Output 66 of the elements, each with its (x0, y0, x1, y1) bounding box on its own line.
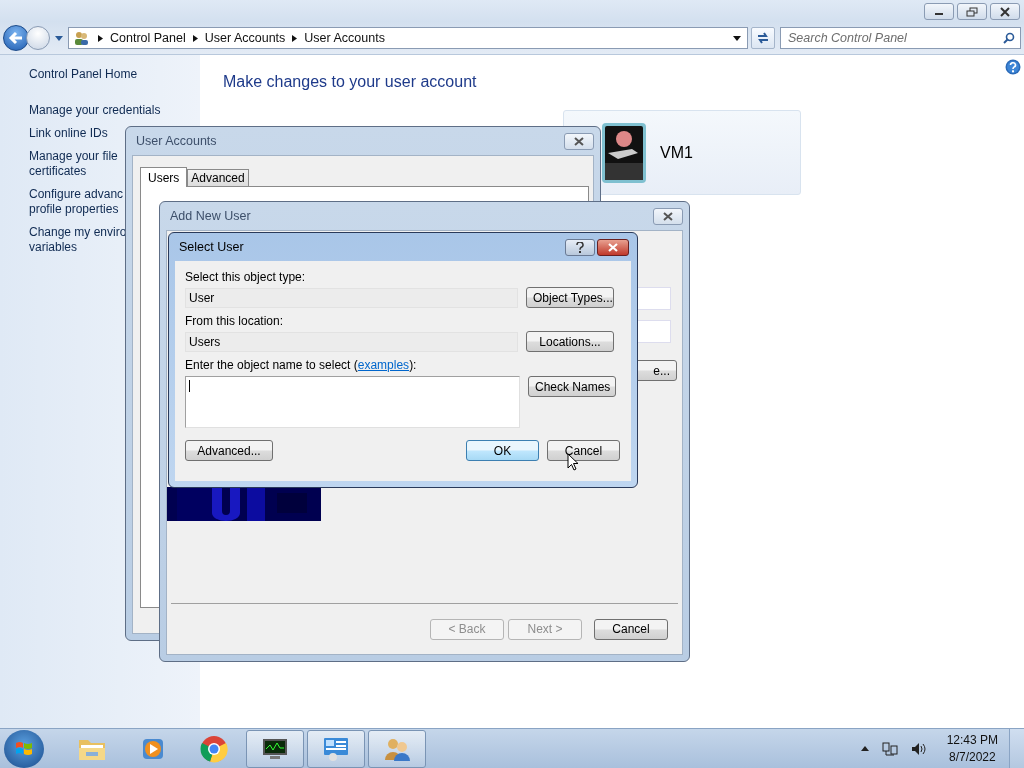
minimize-button[interactable] (924, 3, 954, 20)
examples-link[interactable]: examples (357, 358, 410, 372)
chevron-icon (98, 34, 103, 42)
close-icon (607, 242, 619, 252)
dropdown-arrow-icon[interactable] (733, 35, 741, 41)
clock[interactable]: 12:43 PM 8/7/2022 (946, 731, 998, 766)
sidebar-link[interactable]: Manage your credentials (29, 103, 161, 118)
sidebar-link[interactable]: Manage your file certificates (29, 149, 118, 179)
sidebar-link[interactable]: Control Panel Home (29, 67, 138, 82)
breadcrumb-item[interactable]: User Accounts (204, 31, 286, 45)
dialog-title: Select User (178, 240, 245, 254)
tab[interactable]: Users (140, 167, 188, 187)
search-icon (1003, 32, 1015, 44)
advanced-button[interactable]: Advanced... (185, 440, 273, 461)
close-icon (999, 6, 1011, 17)
object-name-field[interactable] (185, 376, 520, 428)
breadcrumb-item[interactable]: Control Panel (110, 31, 186, 45)
taskbar-button[interactable] (246, 729, 304, 768)
dialog-title: Add New User (169, 209, 252, 223)
input-field[interactable] (637, 287, 671, 310)
start-button[interactable] (4, 729, 44, 768)
field-label: Select this object type: (185, 270, 307, 285)
read-only-field: User (185, 287, 518, 308)
refresh-icon (756, 32, 770, 44)
question-mark-icon (576, 241, 584, 253)
sidebar-link[interactable]: Configure advanc profile properties (29, 187, 124, 217)
back-arrow-icon (8, 31, 24, 45)
browser-icon (200, 734, 228, 763)
wizard-button[interactable]: Cancel (594, 618, 668, 640)
tab[interactable]: Advanced (187, 169, 249, 186)
restore-icon (966, 6, 978, 17)
cancel-button[interactable]: Cancel (547, 440, 620, 461)
check-names-button[interactable]: Check Names (528, 376, 616, 397)
users-icon (73, 30, 89, 46)
refresh-button[interactable] (751, 27, 775, 49)
breadcrumb-item[interactable]: User Accounts (304, 31, 385, 45)
dialog-title: User Accounts (135, 134, 218, 148)
restore-button[interactable] (957, 3, 987, 20)
close-icon (573, 136, 585, 146)
help-icon[interactable] (1005, 59, 1021, 75)
dialog-button[interactable]: Locations... (526, 331, 614, 352)
close-button[interactable] (597, 238, 629, 256)
chevron-icon (192, 34, 198, 42)
mouse-cursor-icon (567, 453, 579, 471)
show-hidden-icons-icon[interactable] (860, 746, 869, 751)
help-button[interactable] (565, 238, 595, 256)
dialog-button[interactable]: Object Types... (526, 287, 614, 308)
field-label: Enter the object name to select (examples): (185, 358, 418, 373)
close-icon (662, 211, 674, 221)
page-heading: Make changes to your user account (223, 73, 478, 91)
back-button[interactable] (3, 25, 29, 51)
field-label: From this location: (185, 314, 285, 329)
control-panel-icon (321, 735, 351, 762)
chevron-icon (292, 34, 298, 42)
close-button[interactable] (990, 3, 1020, 20)
forward-button[interactable] (26, 26, 50, 50)
sidebar-link[interactable]: Link online IDs (29, 126, 108, 141)
account-name: VM1 (660, 143, 693, 162)
address-bar[interactable]: Control Panel User Accounts User Accounts (68, 27, 748, 49)
read-only-field: Users (185, 331, 518, 352)
network-icon[interactable] (881, 740, 898, 757)
search-field[interactable]: Search Control Panel (780, 27, 1021, 49)
input-field[interactable] (637, 320, 671, 343)
ok-button[interactable]: OK (466, 440, 539, 461)
close-button[interactable] (564, 132, 594, 150)
close-button[interactable] (653, 207, 683, 225)
